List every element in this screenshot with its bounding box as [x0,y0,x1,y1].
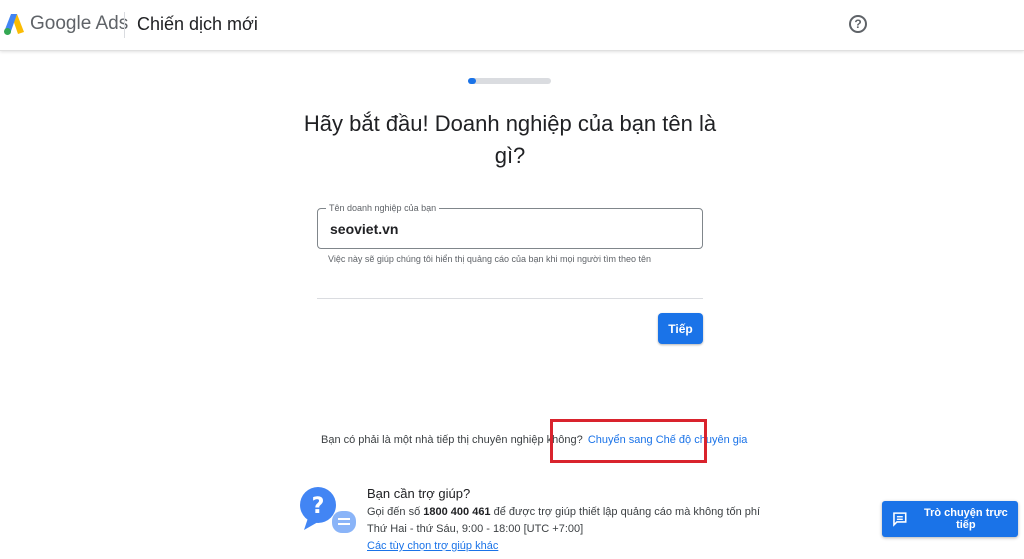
support-hours: Thứ Hai - thứ Sáu, 9:00 - 18:00 [UTC +7:… [367,523,584,535]
support-phone-line: Gọi đến số 1800 400 461 để được trợ giúp… [367,506,760,518]
svg-text:?: ? [312,494,325,519]
support-phone-prefix: Gọi đến số [367,506,421,518]
support-phone-suffix: để được trợ giúp thiết lập quảng cáo mà … [493,506,761,518]
business-name-hint: Việc này sẽ giúp chúng tôi hiển thị quản… [328,254,651,264]
expert-prompt: Bạn có phải là một nhà tiếp thị chuyên n… [321,434,583,446]
live-chat-label: Trò chuyện trực tiếp [923,507,1008,531]
top-app-bar: Google Ads Chiến dịch mới ? [0,0,1024,51]
live-chat-button[interactable]: Trò chuyện trực tiếp [882,501,1018,537]
page-title: Chiến dịch mới [137,14,258,34]
section-divider [317,298,703,299]
chat-icon [893,512,907,527]
business-name-field[interactable]: Tên doanh nghiệp của bạn [317,203,703,249]
business-name-label: Tên doanh nghiệp của bạn [326,203,440,213]
support-title: Bạn cần trợ giúp? [367,486,471,501]
header-divider [124,12,125,38]
business-name-input[interactable] [330,219,690,239]
help-chat-bubble-icon: ? [300,487,356,533]
progress-bar [468,78,551,84]
brand-name: Google Ads [30,13,129,34]
google-ads-logo-icon [4,14,24,35]
step-heading: Hãy bắt đầu! Doanh nghiệp của bạn tên là… [303,111,717,168]
next-button[interactable]: Tiếp [658,313,703,344]
support-phone-number: 1800 400 461 [423,506,491,518]
help-icon[interactable]: ? [849,15,867,33]
more-support-options-link[interactable]: Các tùy chọn trợ giúp khác [367,540,498,552]
highlight-annotation [550,419,707,463]
progress-fill [468,78,477,84]
